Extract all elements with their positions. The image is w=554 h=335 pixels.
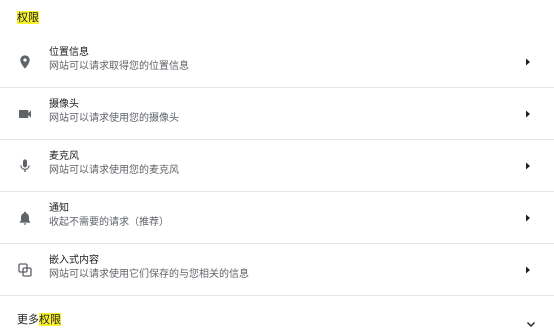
permission-title: 摄像头 [49,99,79,110]
permission-title: 通知 [49,203,69,214]
more-prefix: 更多 [17,313,39,326]
permission-row-embedded-content[interactable]: 嵌入式内容 网站可以请求使用它们保存的与您相关的信息 [0,244,554,296]
permission-title: 麦克风 [49,151,79,162]
camera-icon [17,106,33,122]
embedded-content-icon [17,262,33,278]
more-permissions-row[interactable]: 更多权限 [0,307,554,335]
permission-description: 收起不需要的请求（推荐） [49,217,169,228]
arrow-right-icon [523,57,533,67]
more-highlight: 权限 [39,313,61,326]
arrow-right-icon [523,109,533,119]
permission-description: 网站可以请求使用您的摄像头 [49,113,179,124]
permission-description: 网站可以请求使用您的麦克风 [49,165,179,176]
permissions-list: 位置信息 网站可以请求取得您的位置信息 摄像头 网站可以请求使用您的摄像头 麦克… [0,36,554,296]
more-permissions-label: 更多权限 [17,313,61,327]
arrow-right-icon [523,161,533,171]
arrow-right-icon [523,265,533,275]
permission-title: 位置信息 [49,47,89,58]
permissions-section-title: 权限 [17,11,39,25]
arrow-right-icon [523,213,533,223]
microphone-icon [17,158,33,174]
permission-description: 网站可以请求取得您的位置信息 [49,61,189,72]
permission-row-microphone[interactable]: 麦克风 网站可以请求使用您的麦克风 [0,140,554,192]
permission-row-location[interactable]: 位置信息 网站可以请求取得您的位置信息 [0,36,554,88]
bell-icon [17,210,33,226]
chevron-down-icon [525,315,537,327]
permission-description: 网站可以请求使用它们保存的与您相关的信息 [49,269,249,280]
location-pin-icon [17,54,33,70]
permission-row-notifications[interactable]: 通知 收起不需要的请求（推荐） [0,192,554,244]
section-title-highlight: 权限 [17,11,39,24]
permission-row-camera[interactable]: 摄像头 网站可以请求使用您的摄像头 [0,88,554,140]
permission-title: 嵌入式内容 [49,255,99,266]
